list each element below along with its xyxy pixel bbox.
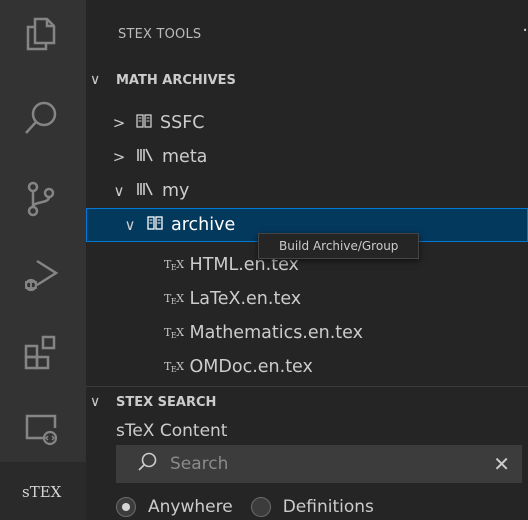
chevron-down-icon: ∨ <box>113 182 125 200</box>
tooltip-build-archive: Build Archive/Group <box>258 233 420 259</box>
file-item-label: LaTeX.en.tex <box>189 289 302 309</box>
chevron-right-icon: > <box>112 148 126 166</box>
section-stex-search[interactable]: ∨ STEX SEARCH <box>86 386 528 417</box>
extensions-icon[interactable] <box>18 330 64 376</box>
tree-item-label: SSFC <box>160 113 205 133</box>
source-control-icon[interactable] <box>18 176 64 222</box>
file-item-latex[interactable]: TEX LaTeX.en.tex <box>86 282 528 316</box>
search-box: ✕ <box>116 445 522 483</box>
chevron-down-icon: ∨ <box>90 72 101 88</box>
section-title: MATH ARCHIVES <box>116 72 236 88</box>
file-item-label: Mathematics.en.tex <box>189 323 363 343</box>
section-math-archives[interactable]: ∨ MATH ARCHIVES <box>86 65 528 95</box>
tex-file-icon: TEX <box>164 326 184 340</box>
chevron-right-icon: > <box>112 114 126 132</box>
radio-definitions-label[interactable]: Definitions <box>283 497 374 517</box>
tex-file-icon: TEX <box>164 360 184 374</box>
chevron-down-icon: ∨ <box>124 216 136 234</box>
run-debug-icon[interactable] <box>18 252 64 298</box>
stex-activity-label: sTEX <box>22 483 62 501</box>
book-icon <box>147 216 163 234</box>
more-actions-icon[interactable]: · <box>522 20 528 41</box>
section-title: STEX SEARCH <box>116 394 217 410</box>
search-input[interactable] <box>168 453 472 475</box>
tree-item-meta[interactable]: > meta <box>86 140 528 174</box>
explorer-icon[interactable] <box>18 10 64 56</box>
tree-item-ssfc[interactable]: > SSFC <box>86 106 528 140</box>
tree-item-label: meta <box>162 147 208 167</box>
library-icon <box>136 182 154 200</box>
book-icon <box>136 114 152 132</box>
radio-definitions[interactable] <box>250 497 271 517</box>
library-icon <box>136 148 154 166</box>
search-icon[interactable] <box>18 95 64 141</box>
sidebar: STEX TOOLS · ∨ MATH ARCHIVES > SSFC > me… <box>86 0 528 520</box>
file-item-label: OMDoc.en.tex <box>189 357 313 377</box>
tex-file-icon: TEX <box>164 292 184 306</box>
activity-bar: sTEX <box>0 0 86 520</box>
clear-icon[interactable]: ✕ <box>493 452 510 476</box>
tree-item-label: archive <box>171 215 236 235</box>
stex-activity-icon[interactable]: sTEX <box>22 483 61 501</box>
tree-item-label: my <box>162 181 190 201</box>
search-scope-options: Anywhere Definitions <box>116 497 392 517</box>
radio-anywhere-label[interactable]: Anywhere <box>148 497 233 517</box>
file-item-mathematics[interactable]: TEX Mathematics.en.tex <box>86 316 528 350</box>
file-item-omdoc[interactable]: TEX OMDoc.en.tex <box>86 350 528 384</box>
radio-anywhere[interactable] <box>116 497 136 517</box>
search-icon <box>136 451 158 477</box>
view-title: STEX TOOLS <box>118 27 202 42</box>
search-content-label: sTeX Content <box>116 421 228 441</box>
tex-file-icon: TEX <box>164 258 184 272</box>
tree-item-my[interactable]: ∨ my <box>86 174 528 208</box>
chevron-down-icon: ∨ <box>90 394 101 410</box>
remote-explorer-icon[interactable] <box>18 405 64 451</box>
